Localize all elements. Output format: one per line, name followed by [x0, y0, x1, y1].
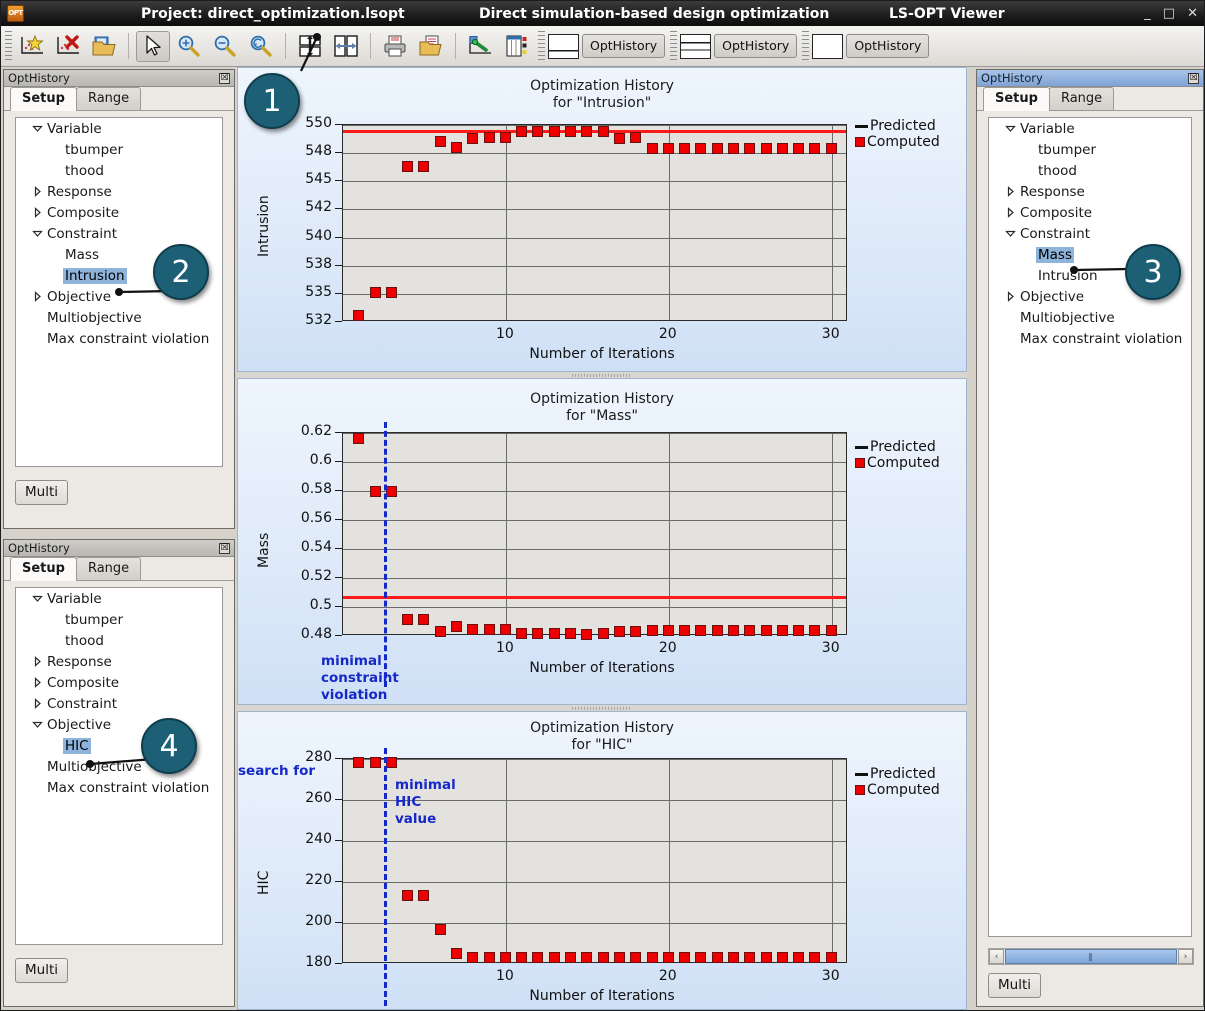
callout-leader-lines: [86, 33, 1130, 768]
callout-4: 4: [141, 718, 197, 774]
callout-3: 3: [1125, 244, 1181, 300]
callout-2: 2: [153, 244, 209, 300]
callout-1: 1: [244, 73, 300, 129]
application-window: OPT Project: direct_optimization.lsopt D…: [0, 0, 1205, 1011]
